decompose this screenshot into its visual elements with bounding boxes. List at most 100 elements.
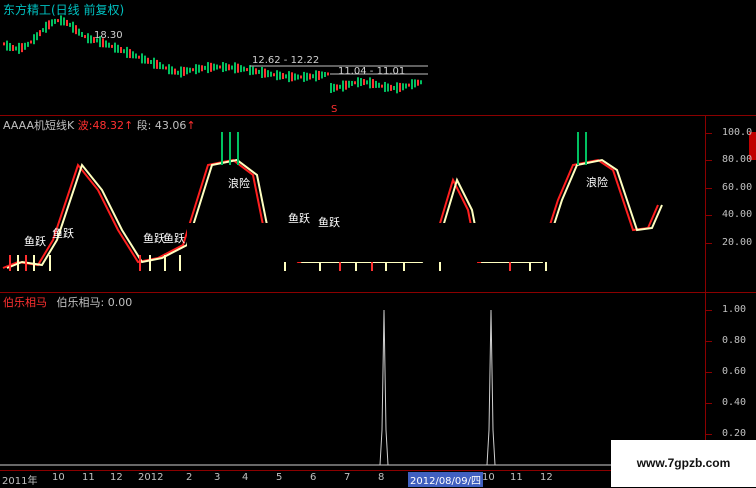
candle [180, 66, 182, 78]
candle [279, 71, 281, 80]
candle [261, 66, 263, 78]
candle [159, 62, 161, 70]
y-tick [706, 188, 712, 189]
candle [270, 71, 272, 77]
candle [246, 68, 248, 72]
candle [105, 40, 107, 48]
candle [288, 71, 290, 83]
candle [81, 32, 83, 38]
candle [213, 63, 215, 71]
candle [384, 81, 386, 92]
candle [393, 85, 395, 90]
candle [339, 84, 341, 89]
candle [204, 65, 206, 70]
y-tick [706, 215, 712, 216]
candle [234, 62, 236, 74]
candle [171, 66, 173, 75]
y-tick [706, 160, 712, 161]
wave-value: 48.32 [92, 119, 124, 132]
annotation-3: 鱼跃 [143, 232, 165, 245]
bole-y-02: 0.20 [722, 428, 747, 439]
candle [321, 71, 323, 79]
candle [348, 80, 350, 88]
candle [285, 74, 287, 79]
candle [375, 80, 377, 88]
candle [6, 40, 8, 51]
candle [189, 67, 191, 73]
indicator-y-40: 40.00 [722, 209, 753, 220]
candle [141, 53, 143, 64]
segment-up-arrow: ↑ [186, 119, 196, 132]
candle [168, 64, 170, 75]
candle [354, 81, 356, 85]
candle [195, 64, 197, 75]
candle [255, 68, 257, 75]
time-label: 12 [540, 472, 553, 483]
candle [150, 60, 152, 64]
time-cursor-label: 2012/08/09/四 [408, 472, 484, 487]
range-label-2: 11.04 - 11.01 [338, 66, 406, 77]
candle [66, 19, 68, 26]
candle [198, 64, 200, 73]
bole-value: 伯乐相马: 0.00 [56, 296, 133, 309]
candle [18, 42, 20, 54]
candle [315, 70, 317, 82]
candle [333, 83, 335, 92]
indicator-y-20: 20.00 [722, 237, 753, 248]
candle [147, 57, 149, 64]
candle [84, 35, 86, 39]
candle [408, 83, 410, 87]
candle [207, 62, 209, 74]
candle [231, 65, 233, 70]
annotation-5: 浪险 [228, 177, 250, 190]
y-tick [706, 310, 712, 311]
candle [117, 44, 119, 53]
candle [111, 44, 113, 48]
candle [90, 35, 92, 44]
indicator-y-60: 60.00 [722, 182, 753, 193]
candle [219, 65, 221, 69]
candle [336, 84, 338, 91]
time-label: 11 [82, 472, 95, 483]
candle [30, 40, 32, 44]
candle [396, 82, 398, 94]
annotation-1: 鱼跃 [24, 235, 46, 248]
candle [300, 75, 302, 79]
candle [129, 49, 131, 59]
candle [21, 43, 23, 53]
y-tick [706, 372, 712, 373]
bole-y-06: 0.60 [722, 366, 747, 377]
bole-name: 伯乐相马 [3, 296, 47, 309]
time-label: 7 [344, 472, 351, 483]
y-tick [706, 403, 712, 404]
candle [228, 64, 230, 71]
candle [351, 80, 353, 86]
y-tick [706, 434, 712, 435]
candle [9, 43, 11, 52]
candle [249, 65, 251, 76]
y-tick [706, 243, 712, 244]
indicator-y-80: 80.00 [722, 154, 753, 165]
candle [345, 80, 347, 90]
candle [303, 71, 305, 82]
candle [402, 83, 404, 91]
candle [75, 25, 77, 35]
time-label: 10 [482, 472, 495, 483]
mask-top-right [428, 0, 756, 115]
annotation-8: 浪险 [586, 176, 608, 189]
candle [294, 73, 296, 81]
candle [126, 46, 128, 58]
candle [357, 77, 359, 88]
candle [156, 59, 158, 69]
candle [135, 53, 137, 59]
candle [342, 80, 344, 92]
candle [24, 42, 26, 50]
segment-label: 段: [136, 119, 152, 132]
time-label: 10 [52, 472, 65, 483]
candle [42, 28, 44, 33]
candle [15, 46, 17, 51]
bole-spike-2 [486, 309, 496, 466]
wave-label: 波: [77, 119, 93, 132]
bole-y-1: 1.00 [722, 304, 747, 315]
range-label-1: 12.62 - 12.22 [252, 55, 320, 66]
